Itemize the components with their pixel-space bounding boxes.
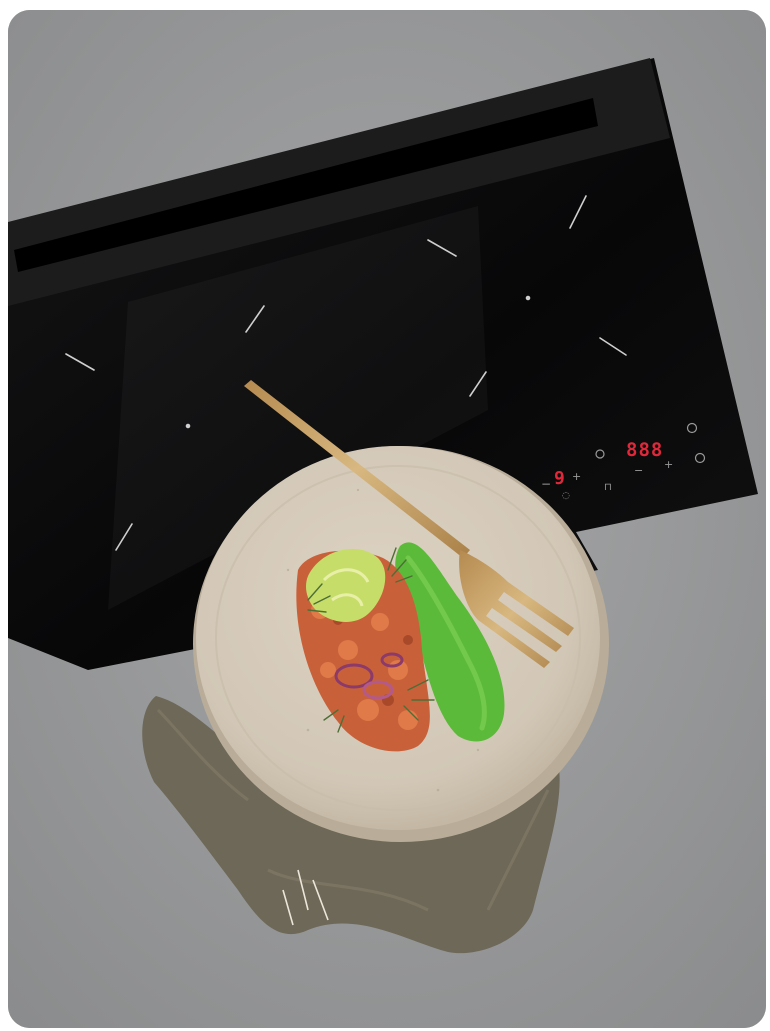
timer-minus-icon: − [634,464,643,477]
timer-display: 888 [626,439,663,461]
minus-icon: − [541,477,551,491]
keep-warm-icon: ◌ [562,491,570,501]
product-photo: 9 − + ◌ ⊓ 888 − + [8,10,766,1028]
zone-level-display: 9 [554,468,565,489]
bridge-icon: ⊓ [604,482,612,493]
plus-icon: + [572,470,581,483]
timer-plus-icon: + [664,458,673,471]
